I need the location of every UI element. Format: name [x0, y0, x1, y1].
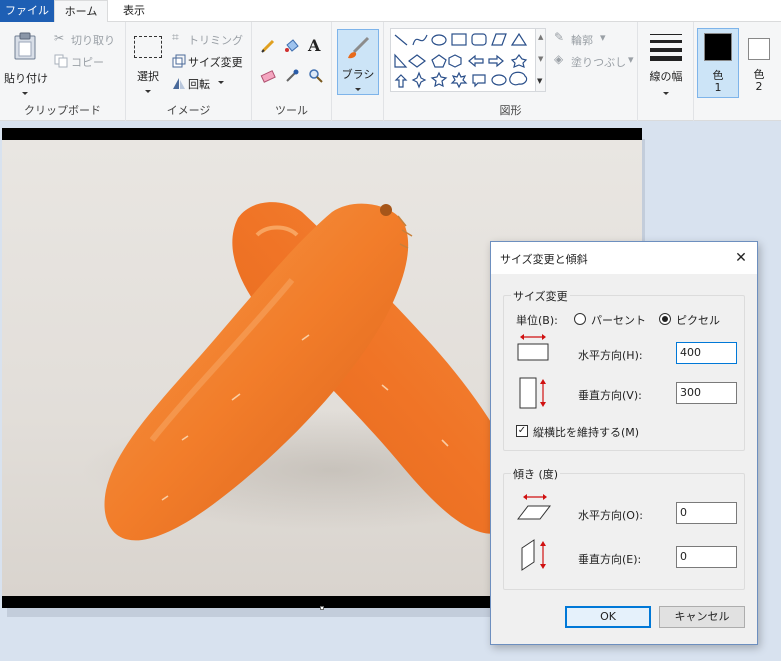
ribbon-tabbar: ファイル ホーム 表示	[0, 0, 781, 23]
pencil-icon[interactable]	[260, 38, 276, 54]
scissors-icon: ✂	[54, 31, 65, 45]
unit-label: 単位(B):	[516, 314, 558, 327]
image-group: 選択 ⌗ トリミング サイズ変更 回転 イメージ	[126, 22, 252, 121]
unit-percent-radio[interactable]	[574, 313, 586, 325]
skew-vertical-label: 垂直方向(E):	[578, 553, 642, 566]
fill-bucket-icon[interactable]	[284, 38, 300, 54]
rotate-icon	[173, 78, 185, 89]
resize-fieldset: サイズ変更 単位(B): パーセント ピクセル 水平方向(H): 400 垂直方…	[503, 288, 745, 451]
horizontal-skew-icon	[516, 494, 552, 520]
color2-swatch	[748, 38, 770, 60]
chevron-down-icon: ▾	[628, 53, 634, 66]
vertical-label: 垂直方向(V):	[578, 389, 642, 402]
select-label: 選択	[137, 70, 159, 83]
chevron-down-icon	[22, 86, 28, 99]
color2-button[interactable]: 色 2	[741, 28, 779, 98]
shapes-group: ▲ ▼ ▼ ✎ 輪郭 ▾ ◈ 塗りつぶし ▾ 図形	[384, 22, 638, 121]
size-group: 線の幅	[638, 22, 694, 121]
vertical-input[interactable]: 300	[676, 382, 737, 404]
tools-group: A ツール	[252, 22, 332, 121]
gallery-expand-icon[interactable]: ▼	[537, 77, 542, 85]
outline-icon: ✎	[554, 30, 565, 44]
clipboard-icon	[14, 32, 36, 60]
magnifier-icon[interactable]	[308, 68, 324, 84]
tab-file[interactable]: ファイル	[0, 0, 54, 22]
chevron-up-icon[interactable]: ▲	[538, 33, 543, 41]
keep-ratio-label: 縦横比を維持する(M)	[533, 426, 640, 439]
paste-button[interactable]: 貼り付け	[4, 28, 48, 100]
resize-icon	[172, 54, 186, 68]
color2-number: 2	[755, 80, 763, 93]
tools-group-label: ツール	[275, 104, 308, 117]
dialog-titlebar[interactable]: サイズ変更と傾斜 ✕	[491, 242, 757, 274]
rotate-label: 回転	[188, 78, 210, 91]
chevron-down-icon	[355, 82, 361, 95]
size-label: 線の幅	[649, 70, 683, 83]
selection-rect-icon	[134, 36, 162, 58]
skew-fieldset: 傾き (度) 水平方向(O): 0 垂直方向(E): 0	[503, 466, 745, 590]
line-thickest	[650, 56, 682, 61]
copy-label: コピー	[71, 56, 104, 69]
chevron-down-icon	[218, 75, 224, 88]
vertical-skew-icon	[521, 539, 546, 571]
chevron-down-icon: ▾	[600, 31, 606, 44]
shapes-group-label: 図形	[499, 104, 522, 117]
color1-number: 1	[714, 81, 722, 94]
ok-button[interactable]: OK	[565, 606, 651, 628]
resize-skew-dialog: サイズ変更と傾斜 ✕ サイズ変更 単位(B): パーセント ピクセル 水平方向(…	[490, 241, 758, 645]
clipboard-group: 貼り付け ✂ 切り取り コピー クリップボード	[0, 22, 126, 121]
select-button[interactable]: 選択	[130, 30, 166, 102]
fill-icon: ◈	[554, 52, 564, 66]
line-thin	[650, 34, 682, 35]
chevron-down-icon[interactable]: ▼	[538, 55, 543, 63]
shapes-grid-icon[interactable]	[391, 29, 537, 93]
fill-label: 塗りつぶし	[571, 56, 627, 69]
cancel-button[interactable]: キャンセル	[659, 606, 745, 628]
image-group-label: イメージ	[166, 104, 211, 117]
vertical-resize-icon	[519, 377, 546, 409]
shapes-gallery-scroll[interactable]: ▲ ▼ ▼	[536, 28, 546, 92]
tab-view[interactable]: 表示	[110, 0, 158, 22]
skew-vertical-input[interactable]: 0	[676, 546, 737, 568]
horizontal-input[interactable]: 400	[676, 342, 737, 364]
color-picker-icon[interactable]	[284, 68, 300, 84]
skew-horizontal-label: 水平方向(O):	[578, 509, 643, 522]
canvas-resize-handle[interactable]	[320, 606, 324, 610]
close-icon[interactable]: ✕	[731, 248, 751, 268]
crop-icon: ⌗	[172, 30, 179, 44]
paste-label: 貼り付け	[4, 72, 48, 85]
horizontal-label: 水平方向(H):	[578, 349, 643, 362]
unit-percent-label: パーセント	[591, 314, 646, 327]
resize-label: サイズ変更	[188, 56, 243, 69]
unit-pixel-label: ピクセル	[676, 314, 720, 327]
shapes-gallery	[390, 28, 536, 92]
clipboard-group-label: クリップボード	[24, 104, 101, 117]
tab-home[interactable]: ホーム	[54, 0, 108, 23]
brush-label: ブラシ	[341, 68, 375, 81]
resize-group-label: サイズ変更	[511, 288, 570, 304]
chevron-down-icon	[663, 86, 669, 99]
crop-label: トリミング	[188, 34, 243, 47]
eraser-icon[interactable]	[260, 68, 276, 84]
horizontal-resize-icon	[517, 334, 549, 361]
brush-icon	[348, 36, 370, 59]
text-tool-icon[interactable]: A	[308, 36, 320, 55]
copy-icon	[54, 54, 68, 68]
color1-swatch	[704, 33, 732, 61]
line-medium	[650, 40, 682, 43]
size-button[interactable]: 線の幅	[642, 28, 690, 100]
line-thick	[650, 48, 682, 52]
ribbon: 貼り付け ✂ 切り取り コピー クリップボード 選択 ⌗ トリミング サイズ変更…	[0, 22, 781, 121]
skew-horizontal-input[interactable]: 0	[676, 502, 737, 524]
chevron-down-icon	[145, 84, 151, 97]
unit-pixel-radio[interactable]	[659, 313, 671, 325]
color1-button[interactable]: 色 1	[697, 28, 739, 98]
cut-label: 切り取り	[71, 34, 115, 47]
dialog-title: サイズ変更と傾斜	[500, 253, 588, 266]
keep-ratio-checkbox[interactable]: ✓	[516, 425, 528, 437]
outline-label: 輪郭	[571, 34, 593, 47]
brush-button[interactable]: ブラシ	[337, 29, 379, 95]
skew-group-label: 傾き (度)	[511, 466, 561, 482]
brush-group: ブラシ	[332, 22, 384, 121]
